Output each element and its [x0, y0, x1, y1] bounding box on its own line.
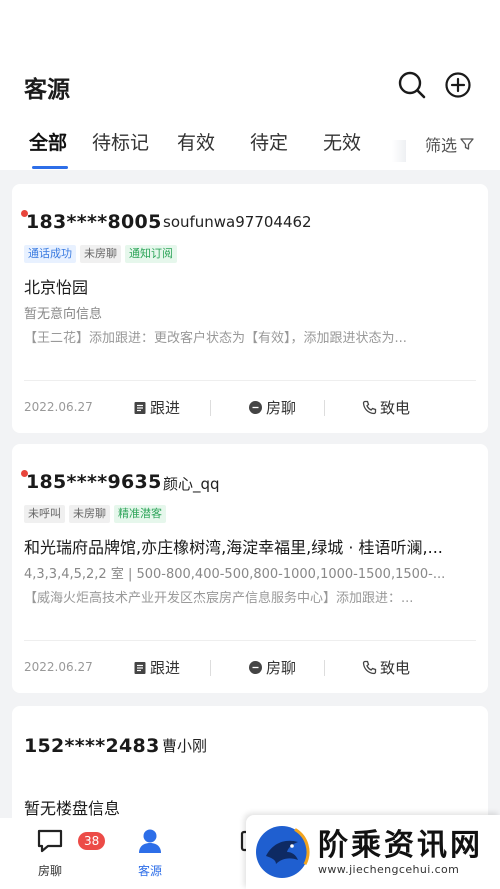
status-tag: 精准潜客: [114, 505, 166, 523]
client-phone: 185****9635: [26, 471, 162, 493]
tab-all[interactable]: 全部: [29, 128, 67, 155]
tab-to-mark[interactable]: 待标记: [92, 128, 149, 155]
status-tag: 通话成功: [24, 245, 76, 263]
tab-scroll-fade: [392, 140, 406, 162]
client-property: 和光瑞府品牌馆,亦庄橡树湾,海淀幸福里,绿城 · 桂语听澜,...: [24, 538, 443, 557]
client-date: 2022.06.27: [24, 400, 93, 414]
client-property: 北京怡园: [24, 278, 89, 297]
call-button[interactable]: 致电: [362, 397, 410, 418]
chat-bubble-icon: [249, 661, 262, 674]
client-phone: 183****8005: [26, 211, 162, 233]
search-icon: [398, 71, 426, 99]
divider: [24, 380, 476, 381]
action-separator: [324, 660, 325, 676]
nav-item-chat[interactable]: 房聊 38: [20, 828, 106, 879]
client-phone: 152****2483: [24, 735, 160, 757]
action-separator: [210, 660, 211, 676]
action-separator: [210, 400, 211, 416]
unread-count-badge: 38: [78, 832, 106, 850]
filter-label: 筛选: [425, 136, 458, 155]
chat-button[interactable]: 房聊: [248, 657, 296, 678]
tab-invalid[interactable]: 无效: [323, 128, 361, 155]
status-tabs: 全部 待标记 有效 待定 无效 筛选: [0, 124, 500, 170]
tag-list: 未呼叫 未房聊 精准潜客: [24, 505, 166, 523]
client-card[interactable]: 152****2483 曹小刚 暂无楼盘信息: [12, 706, 488, 826]
filter-icon: [460, 138, 474, 150]
follow-note-icon: [134, 661, 146, 674]
active-tab-indicator: [32, 166, 68, 169]
phone-icon: [362, 660, 377, 675]
client-name: 曹小刚: [162, 737, 208, 755]
client-followup: 【王二花】添加跟进：更改客户状态为【有效】，添加跟进状态为...: [24, 331, 407, 346]
nav-clients-label: 客源: [137, 864, 162, 878]
search-button[interactable]: [397, 70, 427, 100]
tab-valid[interactable]: 有效: [177, 128, 215, 155]
tab-pending[interactable]: 待定: [250, 128, 288, 155]
user-icon: [139, 829, 161, 853]
eagle-logo-icon: [254, 824, 310, 880]
watermark-title: 阶乘资讯网: [318, 827, 483, 863]
filter-button[interactable]: 筛选: [425, 132, 474, 156]
add-circle-icon: [445, 72, 471, 98]
follow-label: 跟进: [150, 399, 181, 417]
nav-chat-label: 房聊: [37, 864, 62, 878]
follow-button[interactable]: 跟进: [133, 657, 180, 678]
chat-button[interactable]: 房聊: [248, 397, 296, 418]
client-date: 2022.06.27: [24, 660, 93, 674]
status-tag: 未呼叫: [24, 505, 65, 523]
client-name: soufunwa97704462: [163, 213, 312, 231]
call-button[interactable]: 致电: [362, 657, 410, 678]
page-title: 客源: [24, 77, 70, 103]
watermark-text: 阶乘资讯网 www.jiechengcehui.com: [318, 827, 483, 876]
follow-note-icon: [134, 401, 146, 414]
add-client-button[interactable]: [443, 70, 473, 100]
status-tag: 未房聊: [80, 245, 121, 263]
phone-icon: [362, 400, 377, 415]
status-tag: 未房聊: [69, 505, 110, 523]
divider: [24, 640, 476, 641]
tag-list: 通话成功 未房聊 通知订阅: [24, 245, 177, 263]
status-tag: 通知订阅: [125, 245, 177, 263]
client-card[interactable]: 183****8005 soufunwa97704462 通话成功 未房聊 通知…: [12, 184, 488, 433]
watermark-url: www.jiechengcehui.com: [318, 862, 460, 876]
client-intent: 4,3,3,4,5,2,2 室 | 500-800,400-500,800-10…: [24, 567, 446, 582]
client-name: 颜心_qq: [163, 475, 220, 493]
chat-icon: [37, 829, 63, 853]
top-header: 客源 全部 待标记 有效 待定 无效 筛选: [0, 0, 500, 170]
chat-label: 房聊: [266, 399, 297, 417]
site-watermark: 阶乘资讯网 www.jiechengcehui.com: [246, 815, 500, 889]
client-intent: 暂无意向信息: [24, 307, 103, 322]
client-followup: 【威海火炬高技术产业开发区杰宸房产信息服务中心】添加跟进：...: [24, 591, 414, 606]
follow-button[interactable]: 跟进: [133, 397, 180, 418]
action-separator: [324, 400, 325, 416]
client-card[interactable]: 185****9635 颜心_qq 未呼叫 未房聊 精准潜客 和光瑞府品牌馆,亦…: [12, 444, 488, 693]
call-label: 致电: [380, 399, 411, 417]
chat-bubble-icon: [249, 401, 262, 414]
nav-item-clients[interactable]: 客源: [120, 828, 180, 879]
call-label: 致电: [380, 659, 411, 677]
follow-label: 跟进: [150, 659, 181, 677]
chat-label: 房聊: [266, 659, 297, 677]
